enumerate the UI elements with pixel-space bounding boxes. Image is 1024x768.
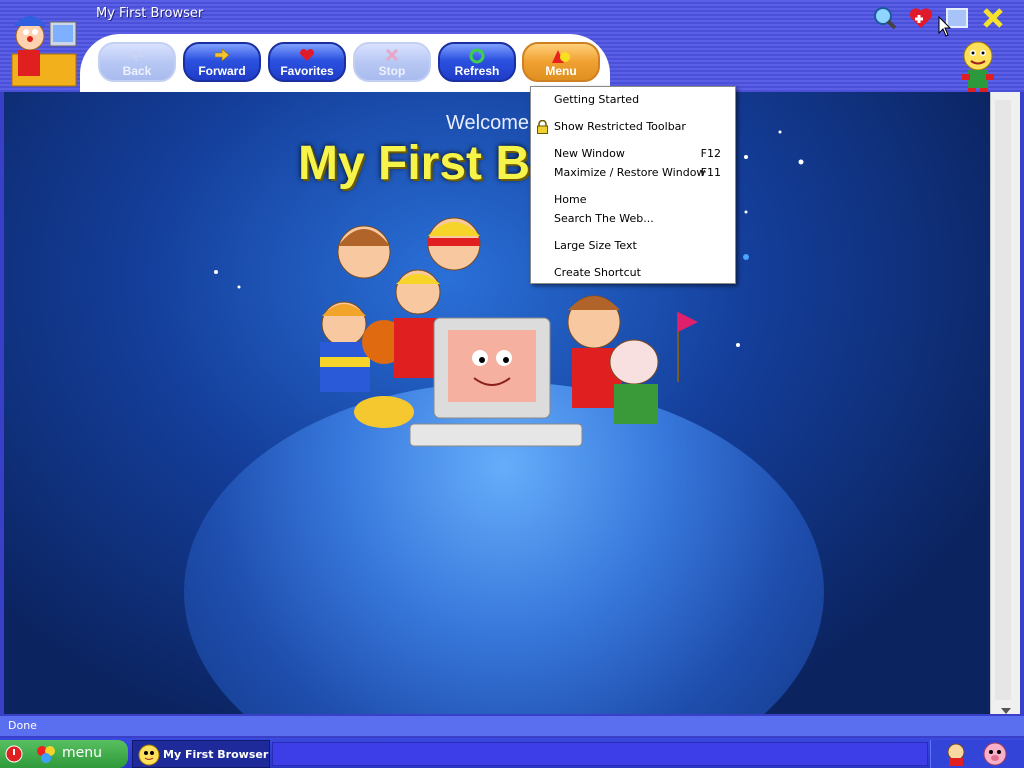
menu-item-label: New Window: [554, 147, 625, 160]
stop-x-icon: [384, 48, 400, 65]
arrow-left-icon: [129, 48, 145, 65]
taskbar-empty-area: [272, 742, 928, 766]
close-icon[interactable]: [980, 6, 1006, 30]
back-button[interactable]: Back: [98, 42, 176, 82]
tray-character-icon[interactable]: [943, 742, 969, 768]
refresh-icon: [469, 48, 485, 67]
power-icon[interactable]: [5, 745, 23, 767]
start-menu-button[interactable]: menu: [0, 740, 128, 768]
add-favorite-icon[interactable]: [908, 6, 934, 30]
back-label: Back: [122, 64, 152, 78]
shortcut-label: F12: [700, 147, 721, 160]
menu-item-show-restricted-toolbar[interactable]: Show Restricted Toolbar: [531, 118, 735, 136]
menu-item-label: Create Shortcut: [554, 266, 641, 279]
menu-separator: [535, 186, 731, 187]
menu-item-getting-started[interactable]: Getting Started: [531, 91, 735, 109]
welcome-text: Welcome: [446, 112, 529, 134]
menu-item-large-size-text[interactable]: Large Size Text: [531, 237, 735, 255]
menu-item-label: Show Restricted Toolbar: [554, 120, 686, 133]
favorites-button[interactable]: Favorites: [268, 42, 346, 82]
vertical-scrollbar[interactable]: [990, 92, 1020, 714]
status-text: Done: [8, 719, 37, 732]
stop-label: Stop: [378, 64, 406, 78]
shortcut-label: F11: [700, 166, 721, 179]
menu-dropdown: Getting Started Show Restricted Toolbar …: [530, 86, 736, 284]
app-face-icon: [138, 744, 160, 768]
scroll-track[interactable]: [995, 100, 1011, 700]
heart-icon: [299, 48, 315, 65]
balls-icon: [36, 745, 56, 767]
menu-item-create-shortcut[interactable]: Create Shortcut: [531, 264, 735, 282]
padlock-icon: [536, 119, 549, 140]
window-title: My First Browser: [96, 6, 204, 21]
menu-separator: [535, 113, 731, 114]
scroll-down-icon[interactable]: [991, 702, 1021, 714]
menu-button[interactable]: Menu: [522, 42, 600, 82]
menu-separator: [535, 140, 731, 141]
menu-item-home[interactable]: Home: [531, 191, 735, 209]
menu-item-label: Getting Started: [554, 93, 640, 106]
menu-item-maximize-restore[interactable]: Maximize / Restore Window F11: [531, 164, 735, 182]
refresh-button[interactable]: Refresh: [438, 42, 516, 82]
system-tray: [930, 740, 1024, 768]
web-content[interactable]: Welcome My First B: [4, 92, 990, 714]
menu-item-search-the-web[interactable]: Search The Web...: [531, 210, 735, 228]
start-label: menu: [62, 745, 102, 761]
arrow-right-icon: [214, 48, 230, 65]
menu-item-label: Search The Web...: [554, 212, 654, 225]
task-label: My First Browser: [163, 748, 269, 761]
tray-pig-icon[interactable]: [981, 742, 1009, 768]
mouse-cursor-icon: [938, 15, 952, 42]
app-logo: [4, 6, 82, 90]
menu-item-label: Large Size Text: [554, 239, 637, 252]
menu-item-label: Home: [554, 193, 587, 206]
menu-separator: [535, 259, 731, 260]
taskbar-item-my-first-browser[interactable]: My First Browser: [132, 740, 270, 768]
menu-item-new-window[interactable]: New Window F12: [531, 145, 735, 163]
menu-item-label: Maximize / Restore Window: [554, 166, 706, 179]
menu-separator: [535, 232, 731, 233]
taskbar: menu My First Browser: [0, 738, 1024, 768]
page-heading: My First B: [298, 137, 531, 190]
favorites-label: Favorites: [280, 64, 334, 78]
menu-shapes-icon: [550, 48, 572, 67]
forward-label: Forward: [198, 64, 246, 78]
status-bar: Done: [0, 716, 1024, 736]
forward-button[interactable]: Forward: [183, 42, 261, 82]
search-icon[interactable]: [872, 6, 898, 30]
stop-button[interactable]: Stop: [353, 42, 431, 82]
